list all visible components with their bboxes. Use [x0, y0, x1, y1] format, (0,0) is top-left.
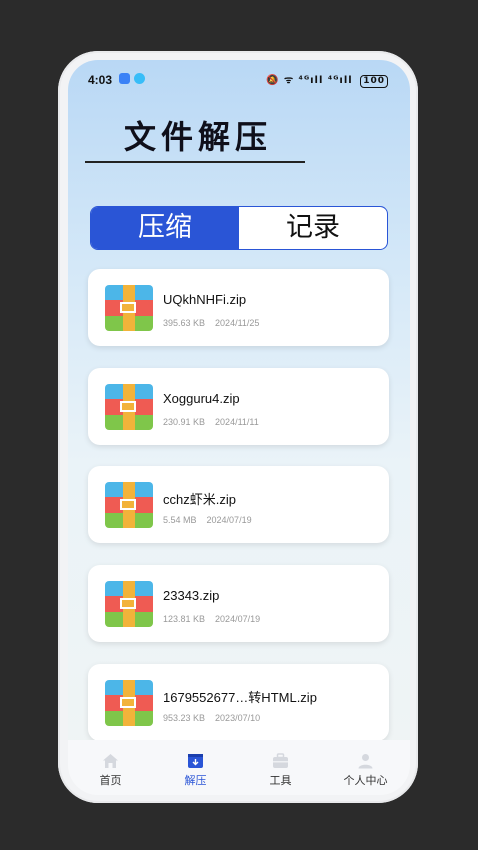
nav-label: 工具	[269, 774, 292, 787]
zip-archive-icon	[105, 285, 153, 331]
nav-label: 个人中心	[343, 774, 388, 787]
segmented-control: 压缩 记录	[90, 206, 388, 250]
file-size: 230.91 KB	[163, 417, 206, 427]
file-name: Xogguru4.zip	[163, 391, 240, 406]
notification-app-icon	[119, 73, 130, 84]
file-date: 2024/11/25	[215, 318, 260, 328]
nav-unzip[interactable]: 解压	[153, 740, 238, 795]
title-underline	[85, 161, 305, 163]
tab-records[interactable]: 记录	[239, 207, 387, 249]
nav-tools[interactable]: 工具	[238, 740, 323, 795]
file-meta: 230.91 KB 2024/11/11	[163, 417, 269, 427]
file-name: 23343.zip	[163, 588, 220, 603]
file-size: 5.54 MB	[163, 515, 197, 525]
file-name: UQkhNHFi.zip	[163, 292, 247, 307]
file-date: 2023/07/10	[215, 713, 261, 723]
file-meta: 953.23 KB 2023/07/10	[163, 713, 270, 723]
zip-archive-icon	[105, 680, 153, 726]
file-name: cchz虾米.zip	[163, 492, 236, 507]
home-icon	[103, 754, 118, 768]
zip-archive-icon	[105, 482, 153, 528]
file-card[interactable]: cchz虾米.zip 5.54 MB 2024/07/19	[88, 466, 389, 543]
status-time: 4:03	[88, 73, 113, 87]
file-meta: 5.54 MB 2024/07/19	[163, 515, 262, 525]
app-screen: 4:03 🔕 ᯤ ⁴ᴳıll ⁴ᴳıll 100 文件解压 压缩 记录 UQkh…	[68, 60, 410, 795]
zip-archive-icon	[105, 384, 153, 430]
tab-compress[interactable]: 压缩	[91, 207, 239, 249]
file-date: 2024/07/19	[215, 614, 261, 624]
file-date: 2024/11/11	[215, 417, 259, 427]
file-name: 1679552677…转HTML.zip	[163, 690, 317, 705]
file-size: 395.63 KB	[163, 318, 206, 328]
file-card[interactable]: 23343.zip 123.81 KB 2024/07/19	[88, 565, 389, 642]
person-icon	[358, 754, 373, 769]
unzip-icon	[188, 754, 203, 768]
signal-icons: 🔕 ᯤ ⁴ᴳıll ⁴ᴳıll	[266, 75, 353, 86]
file-meta: 395.63 KB 2024/11/25	[163, 318, 269, 328]
nav-label: 解压	[184, 774, 207, 787]
battery-icon: 100	[360, 75, 388, 88]
nav-profile[interactable]: 个人中心	[323, 740, 408, 795]
file-card[interactable]: UQkhNHFi.zip 395.63 KB 2024/11/25	[88, 269, 389, 346]
file-size: 953.23 KB	[163, 713, 206, 723]
file-card[interactable]: Xogguru4.zip 230.91 KB 2024/11/11	[88, 368, 389, 445]
bottom-nav: 首页 解压 工具 个人中心	[68, 740, 410, 795]
page-title: 文件解压	[124, 118, 273, 156]
toolbox-icon	[273, 753, 288, 768]
status-right-icons: 🔕 ᯤ ⁴ᴳıll ⁴ᴳıll 100	[266, 72, 388, 88]
nav-label: 首页	[99, 774, 122, 787]
zip-archive-icon	[105, 581, 153, 627]
status-bar: 4:03 🔕 ᯤ ⁴ᴳıll ⁴ᴳıll 100	[68, 60, 410, 98]
file-size: 123.81 KB	[163, 614, 206, 624]
file-date: 2024/07/19	[206, 515, 252, 525]
notification-app-icon-2	[134, 73, 145, 84]
file-meta: 123.81 KB 2024/07/19	[163, 614, 270, 624]
file-card[interactable]: 1679552677…转HTML.zip 953.23 KB 2023/07/10	[88, 664, 389, 741]
nav-home[interactable]: 首页	[68, 740, 153, 795]
